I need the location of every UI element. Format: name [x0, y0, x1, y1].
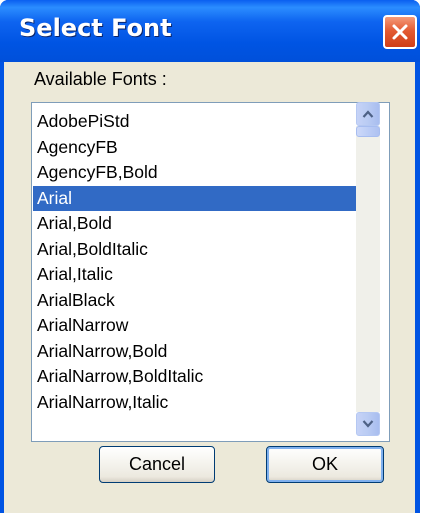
font-listbox[interactable]: AdobePiStd AgencyFB AgencyFB,Bold Arial Aria…: [31, 102, 390, 442]
dialog-body: Available Fonts : AdobePiStd AgencyFB Agen…: [4, 62, 415, 513]
select-font-dialog: Select Font Available Fonts : AdobePiStd…: [0, 0, 420, 513]
close-icon: [392, 24, 408, 40]
cancel-button[interactable]: Cancel: [99, 446, 215, 483]
window-title: Select Font: [19, 14, 172, 42]
font-list-item[interactable]: ArialNarrow: [33, 313, 376, 339]
scrollbar-track[interactable]: [356, 126, 380, 412]
font-list-item[interactable]: ArialNarrow,Italic: [33, 390, 376, 416]
font-list-item[interactable]: ArialBlack: [33, 288, 376, 314]
font-list-item[interactable]: Arial,BoldItalic: [33, 237, 376, 263]
font-list-item[interactable]: Arial,Bold: [33, 211, 376, 237]
available-fonts-label: Available Fonts :: [34, 69, 167, 89]
title-bar[interactable]: Select Font: [0, 0, 420, 62]
font-list-item[interactable]: AgencyFB,Bold: [33, 160, 376, 186]
chevron-down-icon: [362, 420, 374, 428]
font-list-item[interactable]: ArialNarrow,Bold: [33, 339, 376, 365]
font-list: AdobePiStd AgencyFB AgencyFB,Bold Arial Aria…: [33, 109, 376, 415]
ok-button[interactable]: OK: [266, 446, 384, 483]
close-button[interactable]: [383, 15, 417, 49]
font-list-item[interactable]: AgencyFB: [33, 135, 376, 161]
scroll-up-button[interactable]: [356, 102, 380, 126]
chevron-up-icon: [362, 110, 374, 118]
font-list-item[interactable]: Arial,Italic: [33, 262, 376, 288]
font-list-item[interactable]: ArialNarrow,BoldItalic: [33, 364, 376, 390]
font-list-item[interactable]: Arial: [33, 185, 376, 211]
font-list-item[interactable]: AdobePiStd: [33, 109, 376, 135]
scroll-down-button[interactable]: [356, 412, 380, 436]
scrollbar-thumb[interactable]: [356, 126, 380, 137]
